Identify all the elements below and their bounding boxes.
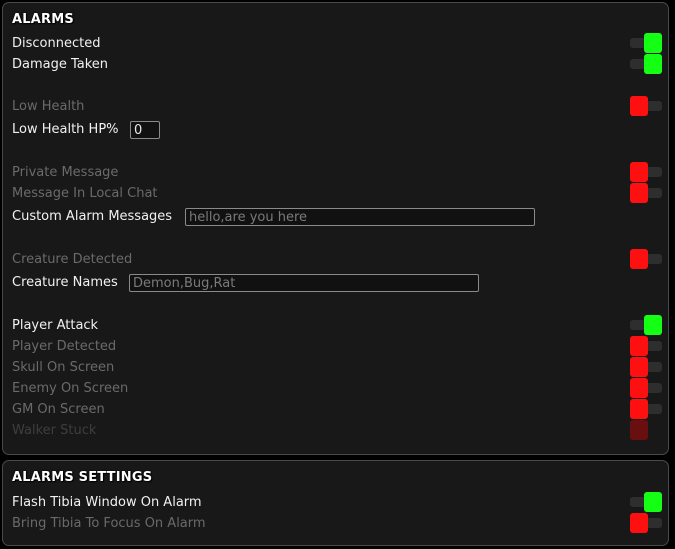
toggle-knob <box>630 513 648 533</box>
low-health-hp-input[interactable] <box>130 121 160 139</box>
enemy-on-screen-toggle[interactable] <box>630 378 662 398</box>
alarms-panel: ALARMS Disconnected Damage Taken Low Hea… <box>2 2 669 455</box>
disconnected-toggle[interactable] <box>630 33 662 53</box>
creature-names-label: Creature Names <box>12 275 118 290</box>
toggle-knob <box>644 315 662 335</box>
gm-on-screen-toggle[interactable] <box>630 399 662 419</box>
gm-on-screen-label: GM On Screen <box>12 402 105 417</box>
player-detected-toggle[interactable] <box>630 336 662 356</box>
toggle-knob <box>630 249 648 269</box>
damage-taken-label: Damage Taken <box>12 57 109 72</box>
bring-to-focus-toggle[interactable] <box>630 513 662 533</box>
toggle-knob <box>630 162 648 182</box>
private-message-label: Private Message <box>12 165 119 180</box>
flash-window-toggle[interactable] <box>630 492 662 512</box>
private-message-toggle[interactable] <box>630 162 662 182</box>
local-chat-toggle[interactable] <box>630 183 662 203</box>
walker-stuck-toggle[interactable] <box>630 420 662 440</box>
toggle-knob <box>630 96 648 116</box>
enemy-on-screen-label: Enemy On Screen <box>12 381 129 396</box>
creature-names-input[interactable] <box>129 274 479 292</box>
walker-stuck-label: Walker Stuck <box>12 423 97 438</box>
flash-window-label: Flash Tibia Window On Alarm <box>12 495 202 510</box>
low-health-toggle[interactable] <box>630 96 662 116</box>
creature-detected-label: Creature Detected <box>12 252 133 267</box>
toggle-knob <box>630 378 648 398</box>
toggle-knob <box>630 357 648 377</box>
toggle-knob <box>630 399 648 419</box>
local-chat-label: Message In Local Chat <box>12 186 158 201</box>
bring-to-focus-label: Bring Tibia To Focus On Alarm <box>12 516 206 531</box>
toggle-knob <box>644 33 662 53</box>
toggle-knob <box>630 420 648 440</box>
creature-detected-toggle[interactable] <box>630 249 662 269</box>
toggle-knob <box>630 183 648 203</box>
custom-messages-input[interactable] <box>185 208 535 226</box>
low-health-hp-label: Low Health HP% <box>12 122 119 137</box>
low-health-label: Low Health <box>12 99 85 114</box>
player-attack-label: Player Attack <box>12 318 99 333</box>
player-detected-label: Player Detected <box>12 339 117 354</box>
damage-taken-toggle[interactable] <box>630 54 662 74</box>
skull-on-screen-label: Skull On Screen <box>12 360 115 375</box>
player-attack-toggle[interactable] <box>630 315 662 335</box>
disconnected-label: Disconnected <box>12 36 101 51</box>
alarms-settings-title: ALARMS SETTINGS <box>12 470 153 485</box>
alarms-settings-panel: ALARMS SETTINGS Flash Tibia Window On Al… <box>2 460 669 546</box>
skull-on-screen-toggle[interactable] <box>630 357 662 377</box>
alarms-title: ALARMS <box>12 12 74 27</box>
toggle-knob <box>630 336 648 356</box>
toggle-knob <box>644 54 662 74</box>
toggle-knob <box>644 492 662 512</box>
custom-messages-label: Custom Alarm Messages <box>12 209 173 224</box>
